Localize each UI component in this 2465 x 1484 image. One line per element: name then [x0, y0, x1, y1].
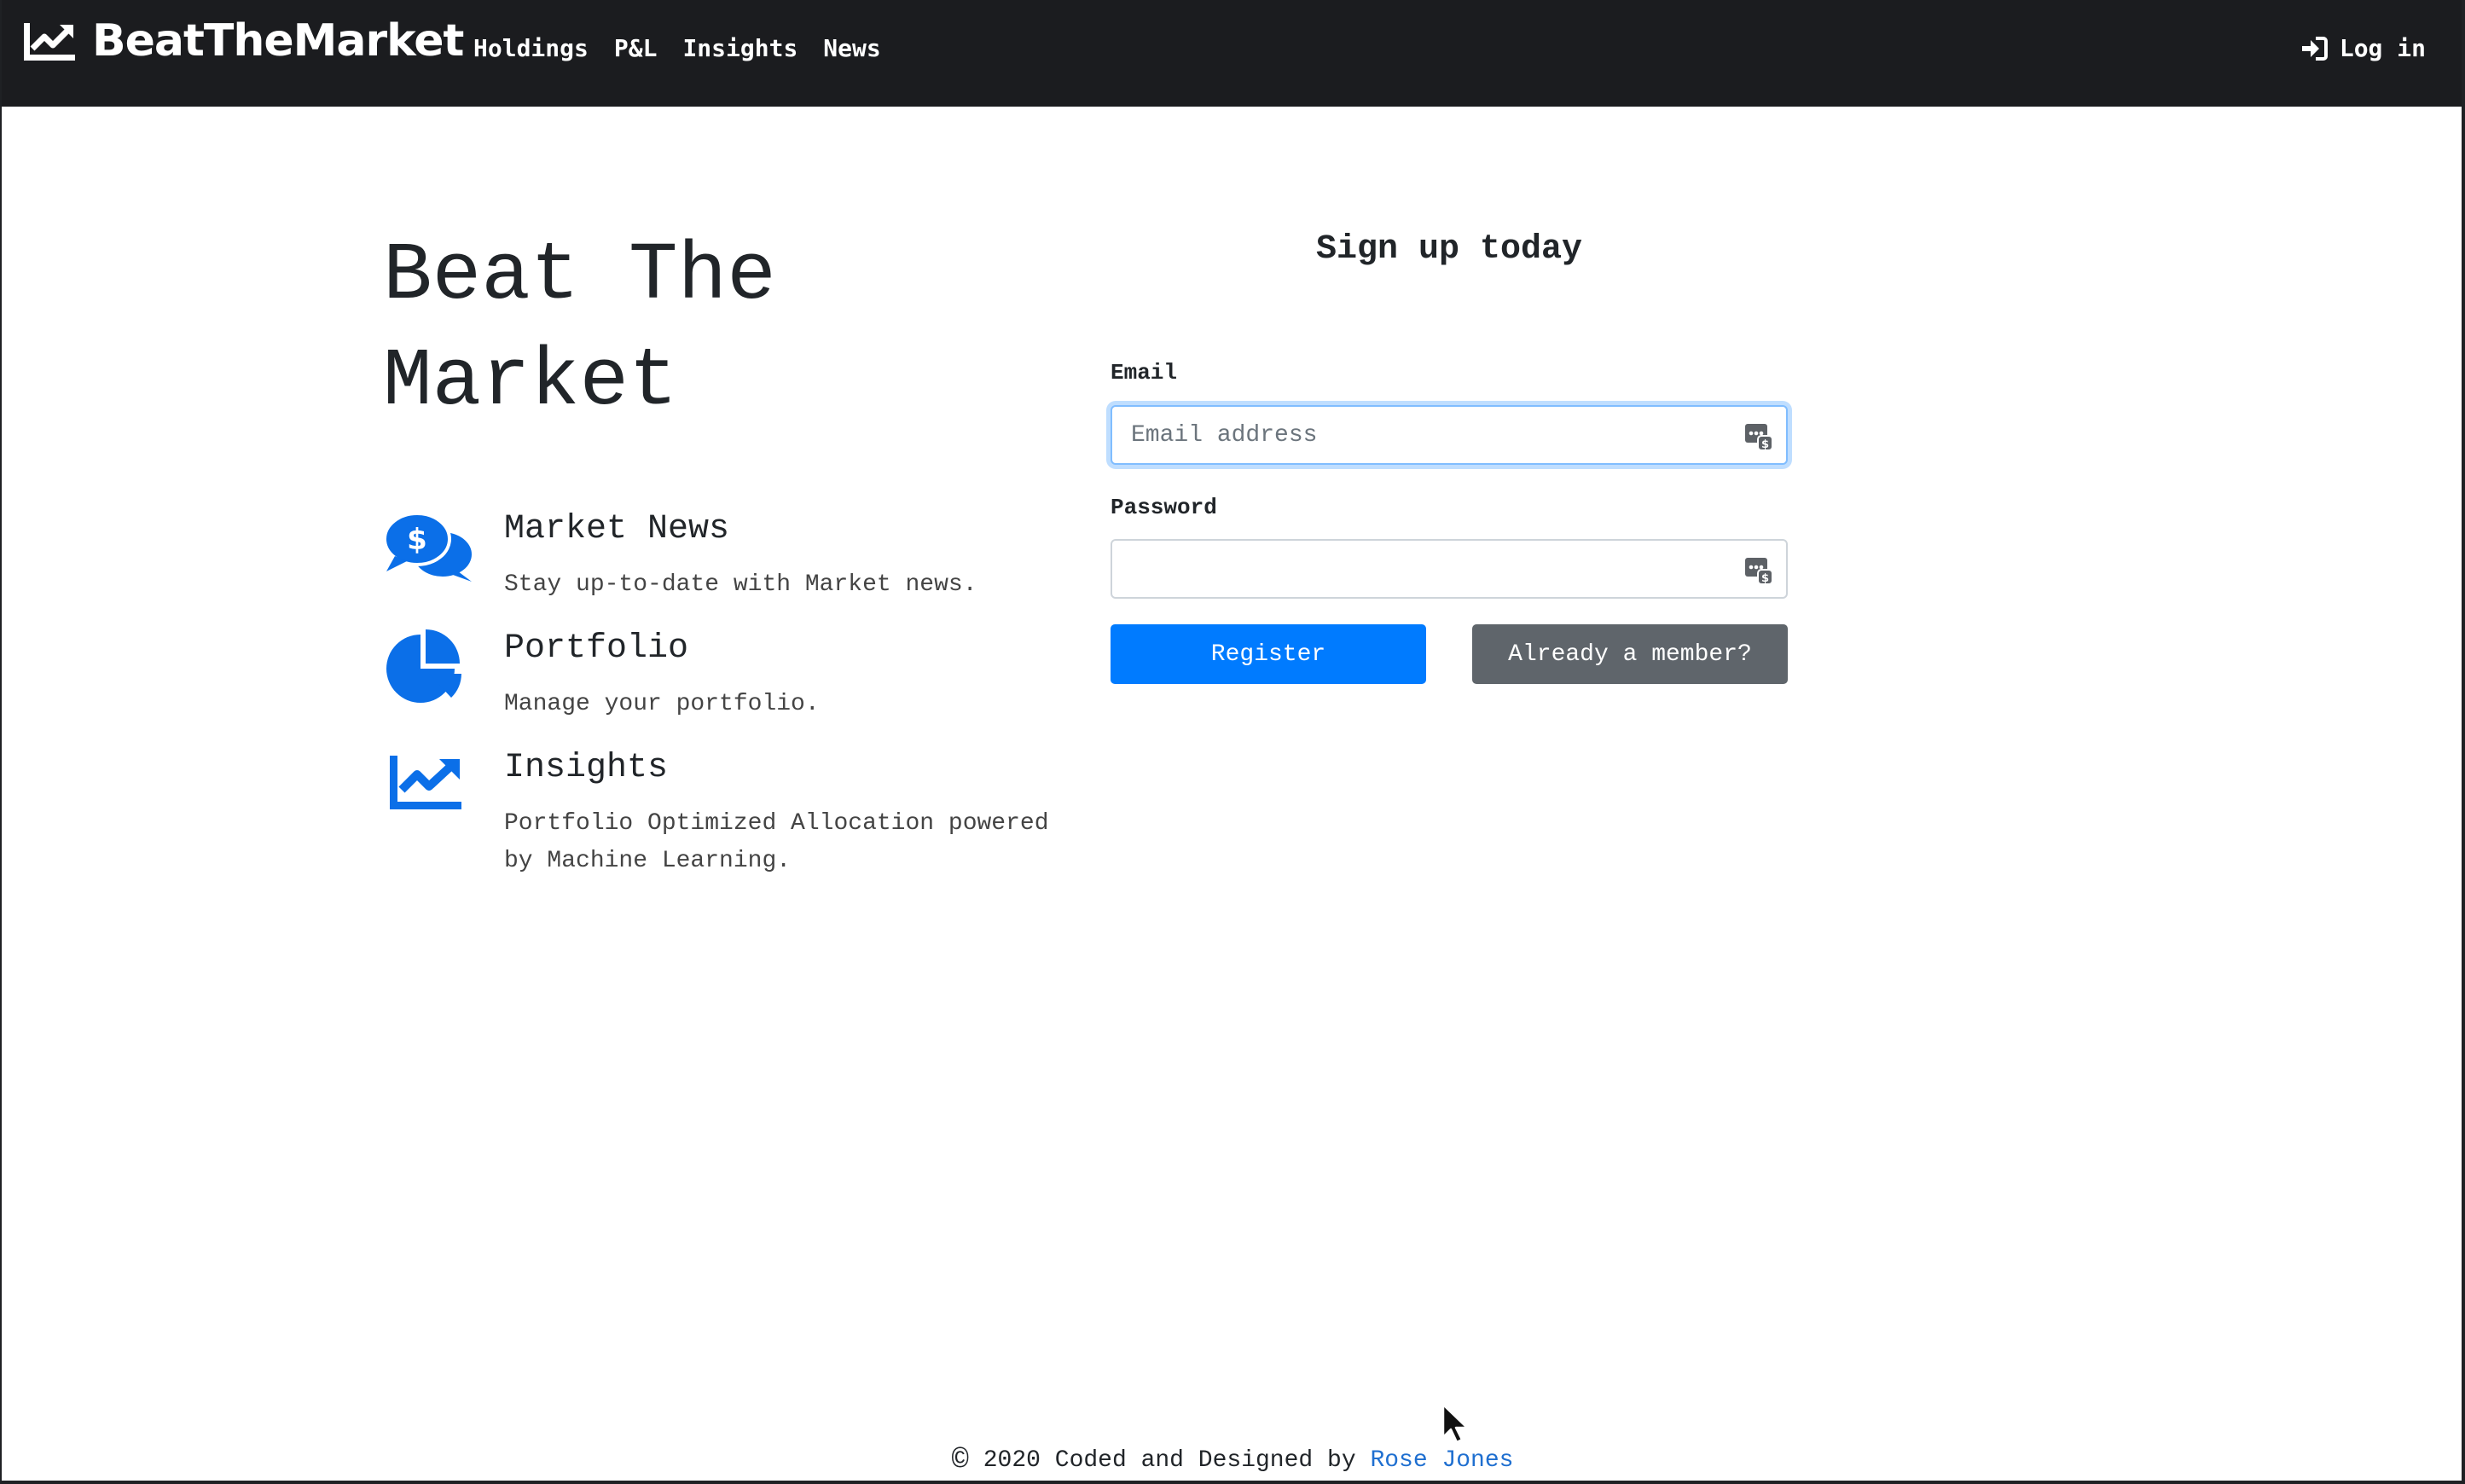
- top-navbar: BeatTheMarket Holdings P&L Insights News…: [0, 0, 2465, 107]
- chat-dollar-icon: $: [383, 512, 472, 582]
- nav-links: Holdings P&L Insights News: [473, 34, 881, 62]
- pie-chart-icon: [386, 629, 461, 703]
- email-input[interactable]: [1112, 407, 1786, 463]
- chart-line-icon: [24, 23, 75, 61]
- password-manager-icon[interactable]: $: [1743, 420, 1774, 451]
- footer-text: 2020 Coded and Designed by: [983, 1447, 1356, 1474]
- hero-title-line1: Beat The: [383, 229, 776, 322]
- feature-title: Insights: [504, 749, 669, 787]
- nav-link-holdings[interactable]: Holdings: [473, 34, 589, 62]
- svg-text:$: $: [1761, 438, 1769, 451]
- copyright-symbol: ©: [951, 1445, 969, 1477]
- feature-title: Market News: [504, 510, 730, 548]
- hero-title: Beat The Market: [383, 223, 912, 435]
- nav-link-pnl[interactable]: P&L: [614, 34, 658, 62]
- window-frame: [0, 0, 2465, 1484]
- login-label: Log in: [2339, 34, 2426, 62]
- hero-title-line2: Market: [383, 335, 678, 428]
- svg-text:$: $: [407, 523, 427, 557]
- brand-name: BeatTheMarket: [92, 15, 464, 67]
- mouse-cursor-icon: [1441, 1403, 1469, 1444]
- nav-link-insights[interactable]: Insights: [682, 34, 798, 62]
- feature-description: Stay up-to-date with Market news.: [504, 571, 977, 598]
- password-input[interactable]: [1112, 541, 1786, 597]
- email-label: Email: [1111, 360, 1178, 385]
- email-field[interactable]: $: [1111, 405, 1788, 465]
- footer: © 2020 Coded and Designed by Rose Jones: [0, 1445, 2465, 1477]
- register-button[interactable]: Register: [1111, 624, 1426, 684]
- nav-link-news[interactable]: News: [823, 34, 880, 62]
- password-manager-icon[interactable]: $: [1743, 554, 1774, 585]
- signup-title: Sign up today: [1315, 230, 1583, 269]
- password-field[interactable]: $: [1111, 539, 1788, 599]
- brand-logo[interactable]: BeatTheMarket: [24, 14, 464, 68]
- login-link[interactable]: Log in: [2300, 34, 2426, 62]
- chart-line-icon: [390, 756, 461, 809]
- feature-title: Portfolio: [504, 629, 689, 668]
- feature-description: Manage your portfolio.: [504, 691, 820, 717]
- already-member-button[interactable]: Already a member?: [1472, 624, 1788, 684]
- feature-description: Portfolio Optimized Allocation powered b…: [504, 810, 1049, 874]
- password-label: Password: [1111, 495, 1217, 520]
- svg-text:$: $: [1761, 572, 1769, 585]
- sign-in-icon: [2301, 36, 2328, 61]
- author-link[interactable]: Rose Jones: [1370, 1447, 1513, 1474]
